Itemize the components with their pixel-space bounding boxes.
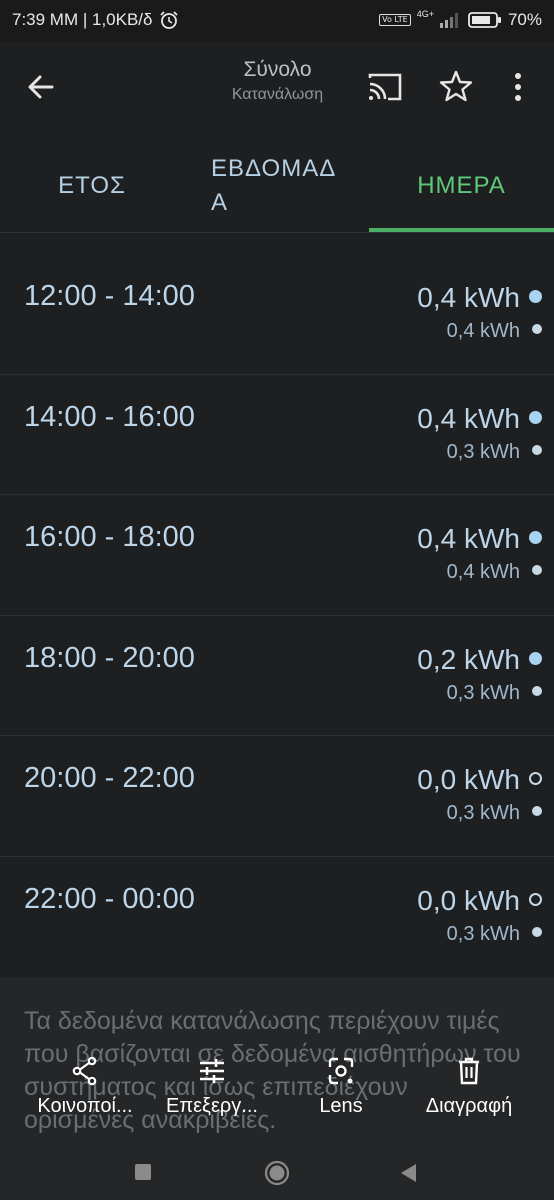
- alarm-icon: [159, 11, 178, 29]
- page-subtitle: Κατανάλωση: [231, 86, 324, 103]
- back-arrow-icon[interactable]: [22, 68, 60, 106]
- delete-label: Διαγραφή: [425, 1095, 513, 1117]
- more-vert-icon[interactable]: [505, 68, 531, 106]
- row-value: 0,4 kWh: [417, 523, 520, 554]
- lens-label: Lens: [319, 1095, 363, 1117]
- lens-icon: [328, 1057, 354, 1085]
- sub-value-dot-icon: [532, 806, 542, 816]
- list-item[interactable]: 12:00 - 14:00 0,4 kWh 0,4 kWh: [0, 254, 554, 375]
- row-time: 22:00 - 00:00: [24, 882, 195, 915]
- share-icon: [72, 1056, 97, 1086]
- row-time: 20:00 - 22:00: [24, 762, 195, 794]
- row-sub-value: 0,4 kWh: [446, 561, 520, 583]
- row-sub-value: 0,3 kWh: [446, 802, 520, 824]
- list-item[interactable]: 22:00 - 00:00 0,0 kWh 0,3 kWh: [0, 857, 554, 978]
- row-time: 14:00 - 16:00: [24, 400, 195, 433]
- back-triangle-icon[interactable]: [397, 1161, 419, 1185]
- battery-icon: [468, 12, 501, 28]
- row-time: 12:00 - 14:00: [24, 280, 195, 312]
- period-tabs: ΕΤΟΣ ΕΒΔΟΜΑΔΑ ΗΜΕΡΑ: [0, 138, 554, 233]
- row-sub-value: 0,4 kWh: [446, 320, 520, 342]
- tab-year[interactable]: ΕΤΟΣ: [0, 138, 184, 233]
- row-sub-value: 0,3 kWh: [446, 681, 520, 704]
- home-circle-icon[interactable]: [264, 1160, 290, 1186]
- sub-value-dot-icon: [532, 685, 542, 696]
- share-label: Κοινοποί...: [37, 1095, 133, 1117]
- lens-button[interactable]: Lens: [276, 1055, 406, 1118]
- sub-value-dot-icon: [532, 444, 542, 455]
- status-left: 7:39 ΜΜ | 1,0KB/δ: [12, 10, 179, 30]
- volte-icon: Vo LTE: [379, 14, 411, 26]
- cast-icon[interactable]: [366, 70, 404, 104]
- status-right: Vo LTE 4G+ 70%: [379, 9, 542, 30]
- sub-value-dot-icon: [532, 565, 542, 575]
- trash-icon: [459, 1057, 479, 1085]
- row-value: 0,0 kWh: [417, 884, 520, 916]
- tab-week[interactable]: ΕΒΔΟΜΑΔΑ: [184, 138, 369, 233]
- system-nav-bar: [0, 1148, 554, 1200]
- value-dot-icon: [529, 651, 542, 665]
- battery-percent: 70%: [507, 10, 542, 29]
- value-dot-icon: [529, 892, 542, 906]
- row-value: 0,0 kWh: [417, 764, 520, 795]
- sub-value-dot-icon: [532, 324, 542, 334]
- network-type: 4G+: [416, 9, 434, 19]
- star-icon[interactable]: [438, 68, 474, 104]
- value-dot-icon: [529, 531, 542, 544]
- value-dot-icon: [529, 772, 542, 785]
- row-sub-value: 0,3 kWh: [446, 440, 520, 463]
- photo-action-bar: Κοινοποί... Επεξεργ... Lens Διαγραφή: [0, 1055, 554, 1135]
- row-value: 0,2 kWh: [417, 643, 520, 675]
- sub-value-dot-icon: [532, 926, 542, 937]
- tab-day[interactable]: ΗΜΕΡΑ: [369, 138, 554, 233]
- page-title: Σύνολο: [243, 58, 312, 81]
- signal-icon: [439, 13, 458, 28]
- list-item[interactable]: 20:00 - 22:00 0,0 kWh 0,3 kWh: [0, 736, 554, 857]
- tune-icon: [200, 1059, 224, 1083]
- tab-selected-indicator: [369, 228, 554, 232]
- status-time-speed: 7:39 ΜΜ | 1,0KB/δ: [12, 10, 153, 29]
- value-dot-icon: [529, 410, 542, 424]
- tab-week-label: ΕΒΔΟΜΑΔΑ: [211, 154, 337, 216]
- list-item[interactable]: 14:00 - 16:00 0,4 kWh 0,3 kWh: [0, 375, 554, 495]
- edit-button[interactable]: Επεξεργ...: [147, 1055, 277, 1118]
- app-bar: Σύνολο Κατανάλωση: [0, 42, 554, 138]
- list-item[interactable]: 18:00 - 20:00 0,2 kWh 0,3 kWh: [0, 616, 554, 736]
- list-item[interactable]: 16:00 - 18:00 0,4 kWh 0,4 kWh: [0, 495, 554, 616]
- row-value: 0,4 kWh: [417, 402, 520, 434]
- status-bar: 7:39 ΜΜ | 1,0KB/δ Vo LTE 4G+ 70%: [0, 0, 554, 42]
- edit-label: Επεξεργ...: [166, 1095, 258, 1117]
- share-button[interactable]: Κοινοποί...: [20, 1055, 150, 1118]
- title-block: Σύνολο Κατανάλωση: [200, 58, 355, 104]
- row-sub-value: 0,3 kWh: [446, 922, 520, 945]
- row-value: 0,4 kWh: [417, 282, 520, 313]
- value-dot-icon: [529, 290, 542, 303]
- row-time: 18:00 - 20:00: [24, 641, 195, 674]
- delete-button[interactable]: Διαγραφή: [404, 1055, 534, 1118]
- row-time: 16:00 - 18:00: [24, 521, 195, 553]
- recents-square-icon[interactable]: [135, 1164, 151, 1180]
- consumption-list: 12:00 - 14:00 0,4 kWh 0,4 kWh 14:00 - 16…: [0, 254, 554, 977]
